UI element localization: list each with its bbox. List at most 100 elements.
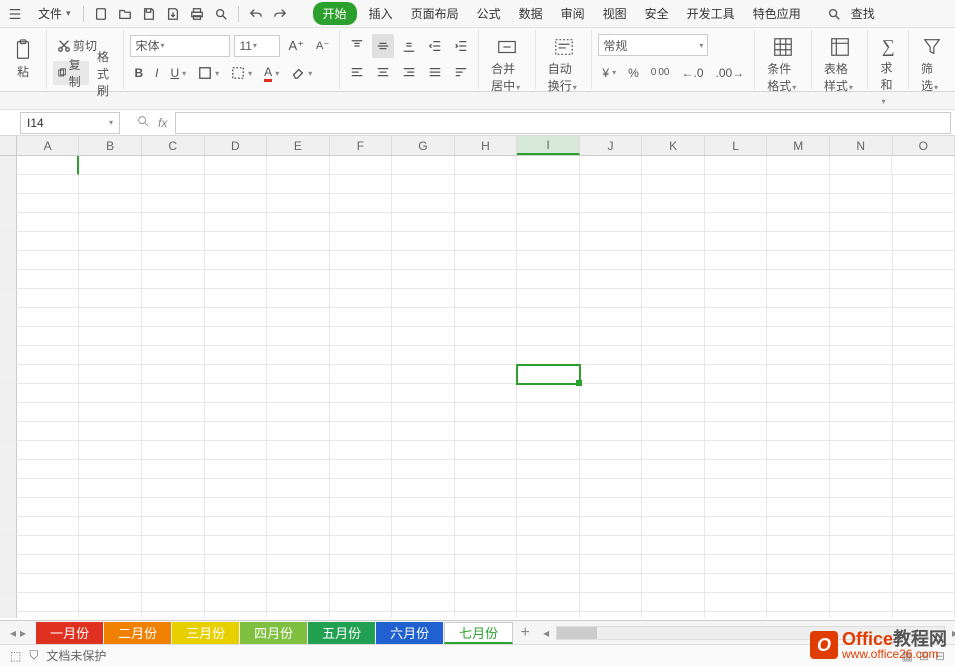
cell[interactable]: [893, 574, 955, 593]
cell[interactable]: [893, 422, 955, 441]
cell[interactable]: [455, 536, 518, 555]
cell[interactable]: [893, 175, 955, 194]
row-header[interactable]: [0, 308, 17, 327]
cell[interactable]: [580, 213, 643, 232]
cell[interactable]: [580, 517, 643, 536]
tab-formula[interactable]: 公式: [471, 1, 507, 26]
cell[interactable]: [142, 194, 205, 213]
cell[interactable]: [580, 232, 643, 251]
cell[interactable]: [267, 346, 330, 365]
cell[interactable]: [142, 270, 205, 289]
cell[interactable]: [767, 593, 830, 612]
cell[interactable]: [830, 194, 893, 213]
cell[interactable]: [17, 232, 80, 251]
cell[interactable]: [767, 289, 830, 308]
cell[interactable]: [79, 555, 142, 574]
cell[interactable]: [517, 194, 580, 213]
cell[interactable]: [267, 593, 330, 612]
cell[interactable]: [705, 308, 768, 327]
cell[interactable]: [79, 251, 142, 270]
cell[interactable]: [330, 536, 393, 555]
col-header-M[interactable]: M: [767, 136, 830, 155]
cell[interactable]: [392, 232, 455, 251]
cell[interactable]: [17, 156, 80, 175]
cell[interactable]: [330, 574, 393, 593]
cell[interactable]: [580, 612, 643, 618]
cell[interactable]: [142, 308, 205, 327]
col-header-G[interactable]: G: [392, 136, 455, 155]
cell[interactable]: [893, 403, 955, 422]
row-header[interactable]: [0, 365, 17, 384]
cell[interactable]: [642, 422, 705, 441]
sheet-tab[interactable]: 七月份: [444, 622, 513, 644]
cell[interactable]: [392, 251, 455, 270]
cell[interactable]: [705, 194, 768, 213]
cell[interactable]: [267, 403, 330, 422]
cell[interactable]: [830, 498, 893, 517]
search-button[interactable]: 查找: [821, 0, 887, 30]
cell[interactable]: [267, 612, 330, 618]
cell[interactable]: [767, 156, 830, 175]
cell[interactable]: [830, 422, 893, 441]
cell[interactable]: [705, 536, 768, 555]
cell[interactable]: [517, 593, 580, 612]
cell[interactable]: [893, 194, 955, 213]
cell[interactable]: [517, 213, 580, 232]
cell[interactable]: [893, 346, 955, 365]
col-header-A[interactable]: A: [17, 136, 80, 155]
merge-center-button[interactable]: 合并居中▾: [485, 32, 529, 98]
cell[interactable]: [517, 441, 580, 460]
col-header-J[interactable]: J: [580, 136, 643, 155]
cell[interactable]: [142, 384, 205, 403]
indent-inc-button[interactable]: [450, 34, 472, 58]
tab-insert[interactable]: 插入: [363, 1, 399, 26]
cell[interactable]: [642, 574, 705, 593]
cell[interactable]: [79, 441, 142, 460]
row-header[interactable]: [0, 346, 17, 365]
col-header-H[interactable]: H: [455, 136, 518, 155]
cell[interactable]: [392, 194, 455, 213]
cell[interactable]: [205, 346, 268, 365]
cell[interactable]: [642, 365, 705, 384]
cell[interactable]: [893, 289, 955, 308]
cell[interactable]: [830, 175, 893, 194]
cell[interactable]: [767, 479, 830, 498]
cell[interactable]: [830, 365, 893, 384]
cell[interactable]: [830, 479, 893, 498]
cell[interactable]: [642, 251, 705, 270]
cell[interactable]: [580, 555, 643, 574]
cell[interactable]: [893, 460, 955, 479]
cell[interactable]: [17, 403, 80, 422]
cell[interactable]: [517, 517, 580, 536]
col-header-D[interactable]: D: [205, 136, 268, 155]
row-header[interactable]: [0, 517, 17, 536]
cell[interactable]: [580, 346, 643, 365]
cell[interactable]: [767, 498, 830, 517]
cell[interactable]: [267, 555, 330, 574]
cell[interactable]: [330, 384, 393, 403]
cell[interactable]: [142, 441, 205, 460]
cell[interactable]: [642, 156, 705, 175]
cell[interactable]: [705, 593, 768, 612]
fill-color-button[interactable]: ▾: [227, 61, 256, 85]
cell[interactable]: [205, 479, 268, 498]
font-color-button[interactable]: A▾: [260, 61, 283, 85]
cell[interactable]: [517, 327, 580, 346]
cell[interactable]: [517, 175, 580, 194]
saveas-icon[interactable]: [162, 3, 184, 25]
preview-icon[interactable]: [210, 3, 232, 25]
cell[interactable]: [830, 536, 893, 555]
cell[interactable]: [580, 403, 643, 422]
cell[interactable]: [330, 403, 393, 422]
cell[interactable]: [893, 365, 955, 384]
row-header[interactable]: [0, 460, 17, 479]
cell[interactable]: [267, 365, 330, 384]
cell[interactable]: [642, 441, 705, 460]
cell[interactable]: [830, 346, 893, 365]
cell[interactable]: [517, 460, 580, 479]
cell[interactable]: [267, 498, 330, 517]
cell[interactable]: [642, 213, 705, 232]
font-name-combo[interactable]: 宋体▾: [130, 35, 230, 57]
cell[interactable]: [392, 422, 455, 441]
cell[interactable]: [267, 384, 330, 403]
